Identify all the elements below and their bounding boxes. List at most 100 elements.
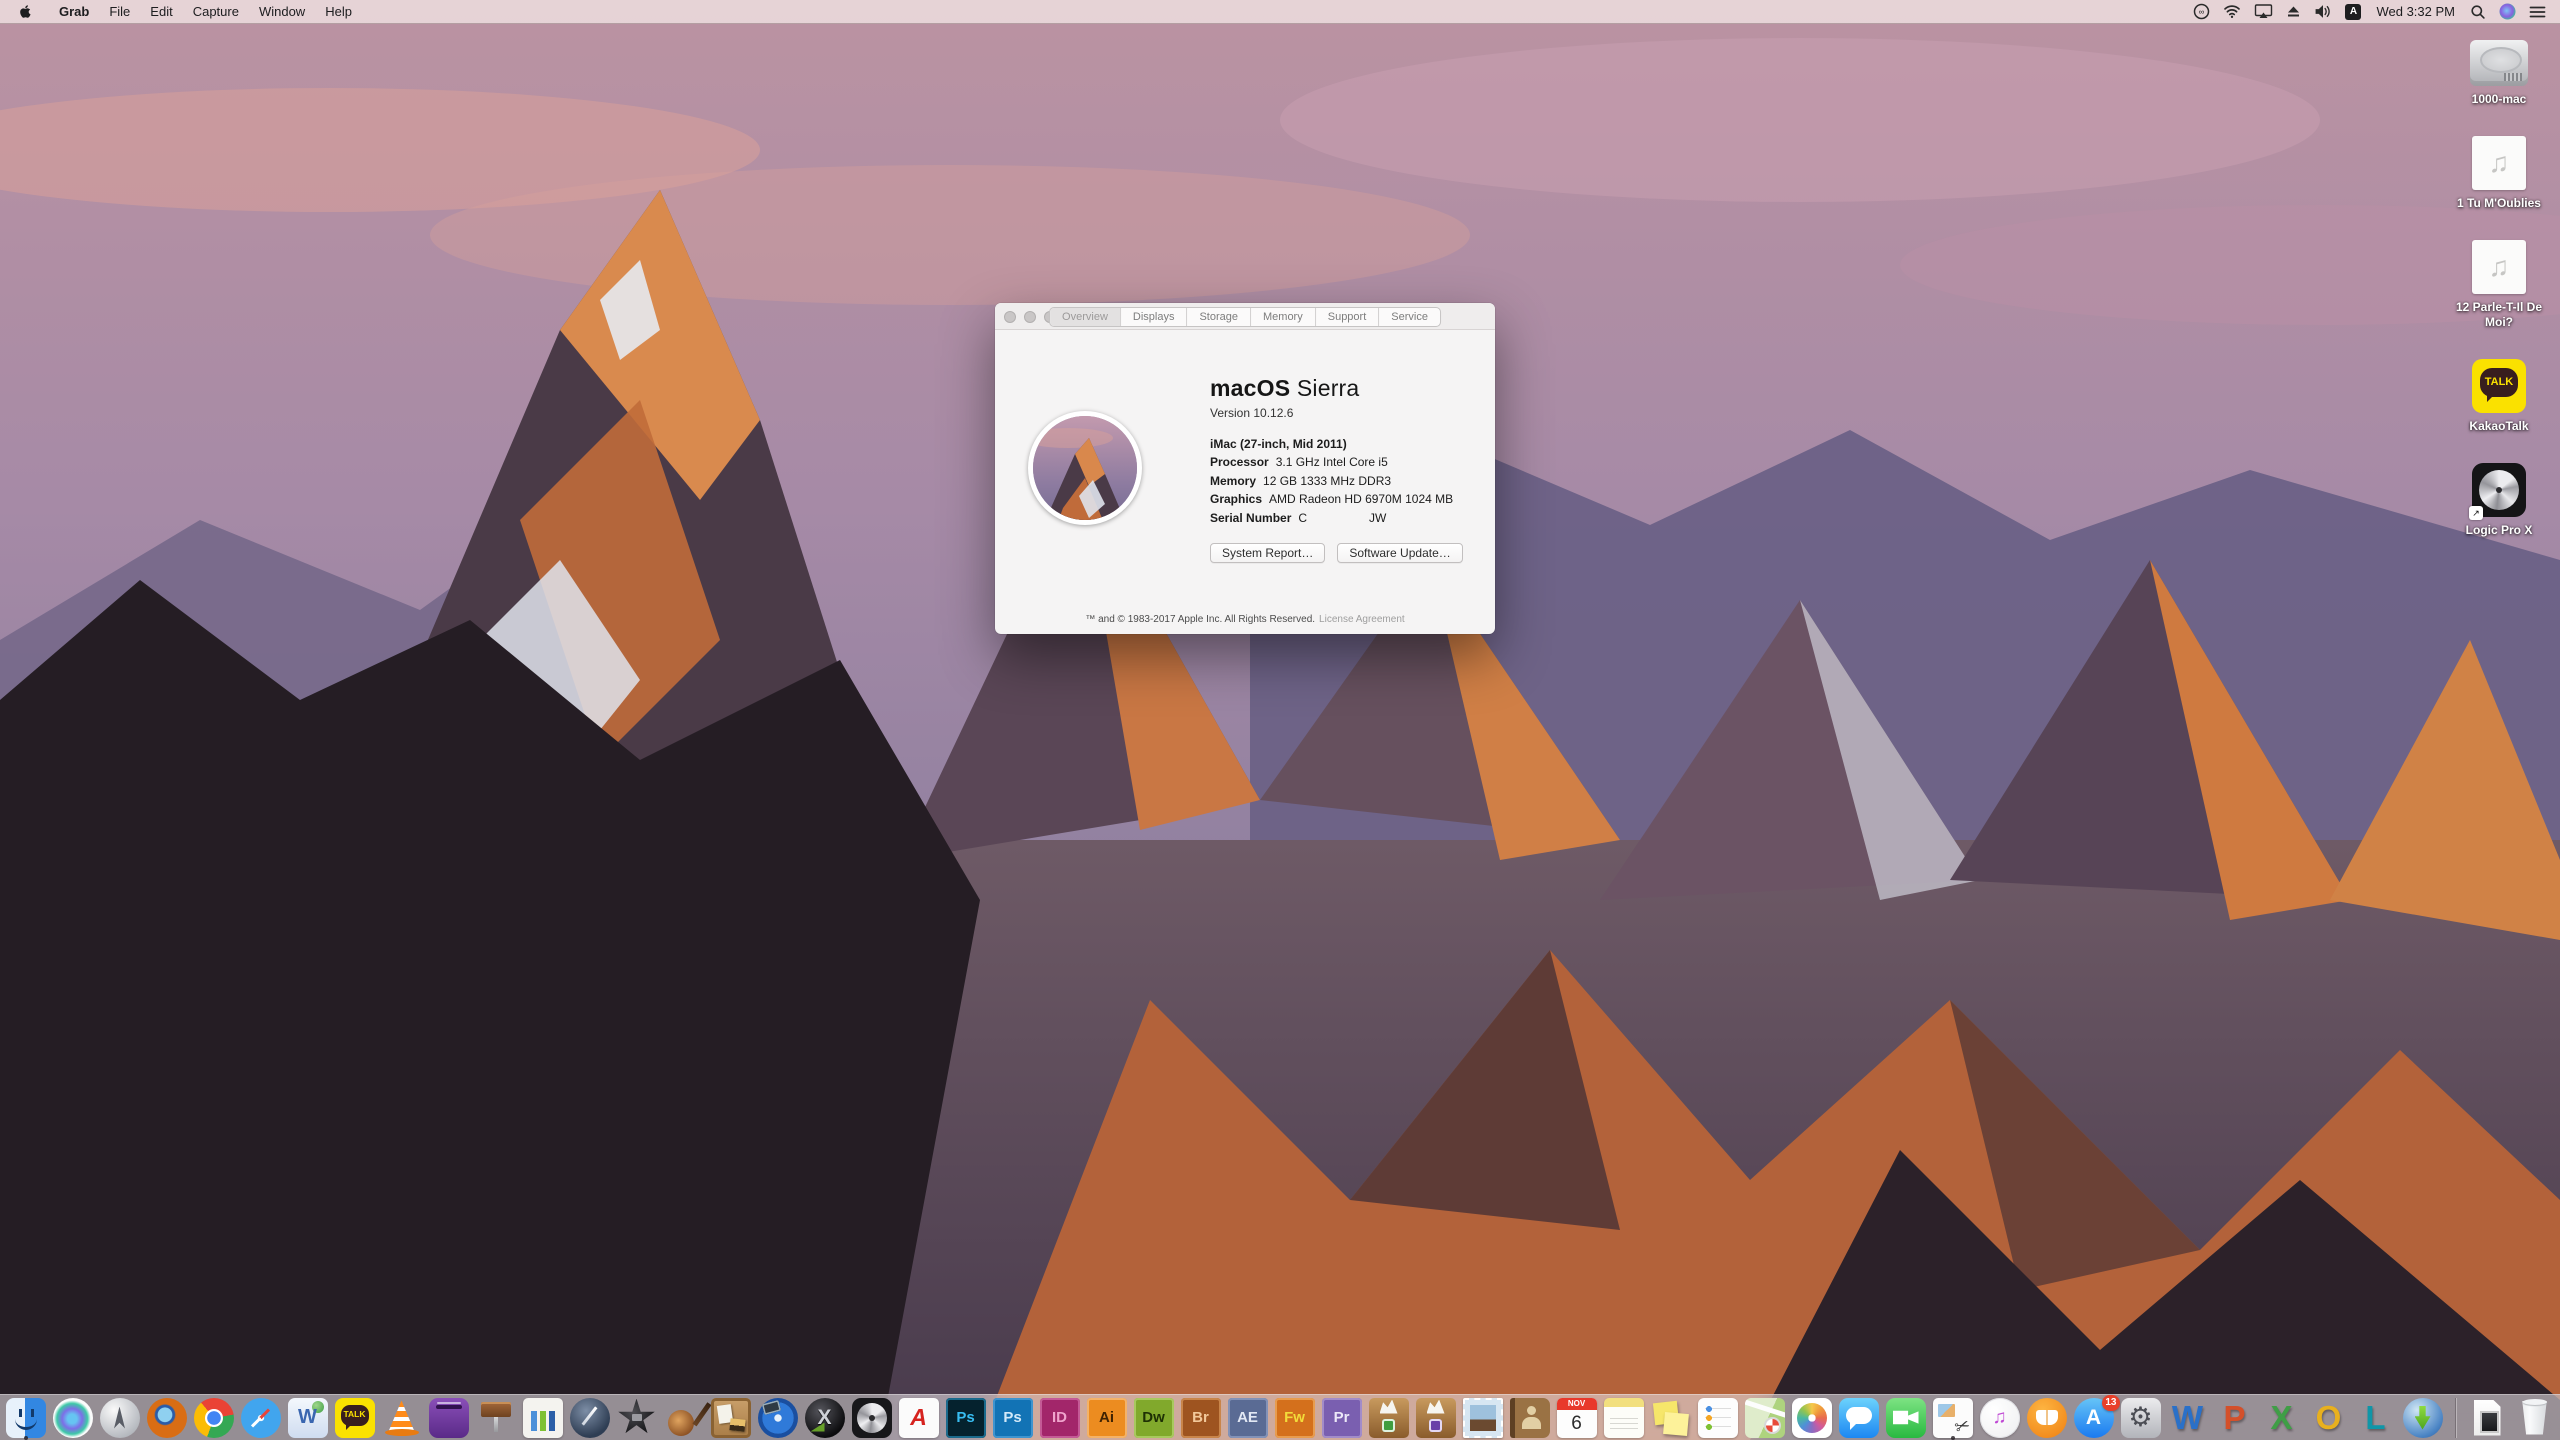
menu-item-help[interactable]: Help bbox=[315, 0, 362, 23]
dock-microsoft-lync[interactable]: L bbox=[2356, 1395, 2396, 1440]
menu-item-capture[interactable]: Capture bbox=[183, 0, 249, 23]
menu-bar-clock[interactable]: Wed 3:32 PM bbox=[2374, 4, 2457, 19]
dock-facetime[interactable] bbox=[1886, 1395, 1926, 1440]
dock-corkboard-app[interactable] bbox=[711, 1395, 751, 1440]
dock-x-media-app[interactable]: X bbox=[805, 1395, 845, 1440]
apple-menu[interactable] bbox=[18, 3, 33, 20]
dock-calendar[interactable]: NOV6 bbox=[1557, 1395, 1597, 1440]
dock-adobe-premiere-pro[interactable]: Pr bbox=[1322, 1395, 1362, 1440]
dock-app-store[interactable]: A13 bbox=[2074, 1395, 2114, 1440]
dock-maps[interactable] bbox=[1745, 1395, 1785, 1440]
input-source-indicator[interactable]: A bbox=[2345, 4, 2361, 20]
tab-displays[interactable]: Displays bbox=[1120, 308, 1187, 326]
license-agreement-link[interactable]: License Agreement bbox=[1319, 614, 1405, 625]
icon-glyph: X bbox=[817, 1406, 831, 1430]
dock-adobe-acrobat[interactable]: A bbox=[899, 1395, 939, 1440]
siri-icon[interactable] bbox=[2499, 3, 2516, 20]
dock-messages[interactable] bbox=[1839, 1395, 1879, 1440]
dock-dvd-app[interactable] bbox=[758, 1395, 798, 1440]
dock-photos[interactable] bbox=[1792, 1395, 1832, 1440]
dock-microsoft-outlook[interactable]: O bbox=[2309, 1395, 2349, 1440]
dock-microsoft-powerpoint[interactable]: P bbox=[2215, 1395, 2255, 1440]
notification-center-icon[interactable] bbox=[2529, 5, 2546, 19]
dock-adobe-bridge[interactable]: Br bbox=[1181, 1395, 1221, 1440]
menu-app-name[interactable]: Grab bbox=[49, 0, 99, 23]
dock-stickies[interactable] bbox=[1651, 1395, 1691, 1440]
desktop-item-logic-pro-x[interactable]: ↗Logic Pro X bbox=[2444, 463, 2554, 538]
creative-cloud-icon[interactable]: ∞ bbox=[2193, 3, 2210, 20]
close-button[interactable] bbox=[1004, 311, 1016, 323]
dock-notes[interactable] bbox=[1604, 1395, 1644, 1440]
tab-storage[interactable]: Storage bbox=[1186, 308, 1250, 326]
dock-grab[interactable] bbox=[1933, 1395, 1973, 1440]
dock: WTALKXAPsPsIDAiDwBrAEFwPrNOV6A13WPXOL bbox=[0, 1394, 2560, 1440]
dock-garageband[interactable] bbox=[664, 1395, 704, 1440]
dock-kakaotalk[interactable]: TALK bbox=[335, 1395, 375, 1440]
menu-item-window[interactable]: Window bbox=[249, 0, 315, 23]
menu-item-file[interactable]: File bbox=[99, 0, 140, 23]
dock-keynote[interactable] bbox=[476, 1395, 516, 1440]
volume-icon[interactable] bbox=[2314, 4, 2332, 19]
pages-icon bbox=[570, 1398, 610, 1438]
software-update-button[interactable]: Software Update… bbox=[1337, 543, 1462, 563]
dock-ibooks[interactable] bbox=[2027, 1395, 2067, 1440]
dock-siri[interactable] bbox=[53, 1395, 93, 1440]
tab-service[interactable]: Service bbox=[1378, 308, 1440, 326]
dock-pages[interactable] bbox=[570, 1395, 610, 1440]
dock-chrome[interactable] bbox=[194, 1395, 234, 1440]
search-icon[interactable] bbox=[2470, 4, 2486, 20]
tab-memory[interactable]: Memory bbox=[1250, 308, 1315, 326]
system-overview: macOS Sierra Version 10.12.6 iMac (27-in… bbox=[1210, 375, 1485, 563]
dock-trash[interactable] bbox=[2515, 1395, 2555, 1440]
tab-support[interactable]: Support bbox=[1315, 308, 1379, 326]
desktop-item-kakaotalk[interactable]: TALKKakaoTalk bbox=[2444, 359, 2554, 434]
dock-firefox[interactable] bbox=[147, 1395, 187, 1440]
dock-adobe-photoshop-cs[interactable]: Ps bbox=[946, 1395, 986, 1440]
minimize-button[interactable] bbox=[1024, 311, 1036, 323]
dock-numbers[interactable] bbox=[523, 1395, 563, 1440]
dock-adobe-illustrator[interactable]: Ai bbox=[1087, 1395, 1127, 1440]
dock-iweb[interactable]: W bbox=[288, 1395, 328, 1440]
spec-label: Memory bbox=[1210, 474, 1256, 488]
dock-finder[interactable] bbox=[6, 1395, 46, 1440]
airplay-display-icon[interactable] bbox=[2254, 4, 2273, 19]
dock-vlc[interactable] bbox=[382, 1395, 422, 1440]
desktop-item-1-tu-m-oublies[interactable]: 1 Tu M'Oublies bbox=[2444, 136, 2554, 211]
dock-dropstuff[interactable] bbox=[1416, 1395, 1456, 1440]
dock-stuffit-expander[interactable] bbox=[1369, 1395, 1409, 1440]
dock-itunes[interactable] bbox=[1980, 1395, 2020, 1440]
dock-toast-titanium[interactable] bbox=[429, 1395, 469, 1440]
lync-icon: L bbox=[2356, 1398, 2396, 1438]
dock-download-utility[interactable] bbox=[2403, 1395, 2443, 1440]
system-report-button[interactable]: System Report… bbox=[1210, 543, 1325, 563]
dock-safari[interactable] bbox=[241, 1395, 281, 1440]
dock-contacts[interactable] bbox=[1510, 1395, 1550, 1440]
dock-logic-pro[interactable] bbox=[852, 1395, 892, 1440]
reminders-icon bbox=[1698, 1398, 1738, 1438]
tab-overview[interactable]: Overview bbox=[1050, 308, 1120, 326]
toast-icon bbox=[429, 1398, 469, 1438]
dock-imovie[interactable] bbox=[617, 1395, 657, 1440]
dock-reminders[interactable] bbox=[1698, 1395, 1738, 1440]
dock-adobe-indesign[interactable]: ID bbox=[1040, 1395, 1080, 1440]
dock-launchpad[interactable] bbox=[100, 1395, 140, 1440]
dock-microsoft-excel[interactable]: X bbox=[2262, 1395, 2302, 1440]
dock-document[interactable] bbox=[2468, 1395, 2508, 1440]
iweb-icon: W bbox=[288, 1398, 328, 1438]
window-title-bar[interactable]: OverviewDisplaysStorageMemorySupportServ… bbox=[995, 303, 1495, 330]
dock-adobe-photoshop[interactable]: Ps bbox=[993, 1395, 1033, 1440]
spec-memory: Memory12 GB 1333 MHz DDR3 bbox=[1210, 472, 1485, 491]
desktop-item-12-parle-t-il-de-moi[interactable]: 12 Parle-T-Il De Moi? bbox=[2444, 240, 2554, 330]
dock-system-preferences[interactable] bbox=[2121, 1395, 2161, 1440]
desktop-item-label: Logic Pro X bbox=[2466, 523, 2533, 538]
dock-microsoft-word[interactable]: W bbox=[2168, 1395, 2208, 1440]
dock-adobe-after-effects[interactable]: AE bbox=[1228, 1395, 1268, 1440]
dock-adobe-fireworks[interactable]: Fw bbox=[1275, 1395, 1315, 1440]
menu-item-edit[interactable]: Edit bbox=[140, 0, 182, 23]
dock-mail[interactable] bbox=[1463, 1395, 1503, 1440]
desktop-item-1000-mac[interactable]: 1000-mac bbox=[2444, 40, 2554, 107]
mail-icon bbox=[1463, 1398, 1503, 1438]
eject-icon[interactable] bbox=[2286, 5, 2301, 19]
wifi-icon[interactable] bbox=[2223, 4, 2241, 19]
dock-adobe-dreamweaver[interactable]: Dw bbox=[1134, 1395, 1174, 1440]
